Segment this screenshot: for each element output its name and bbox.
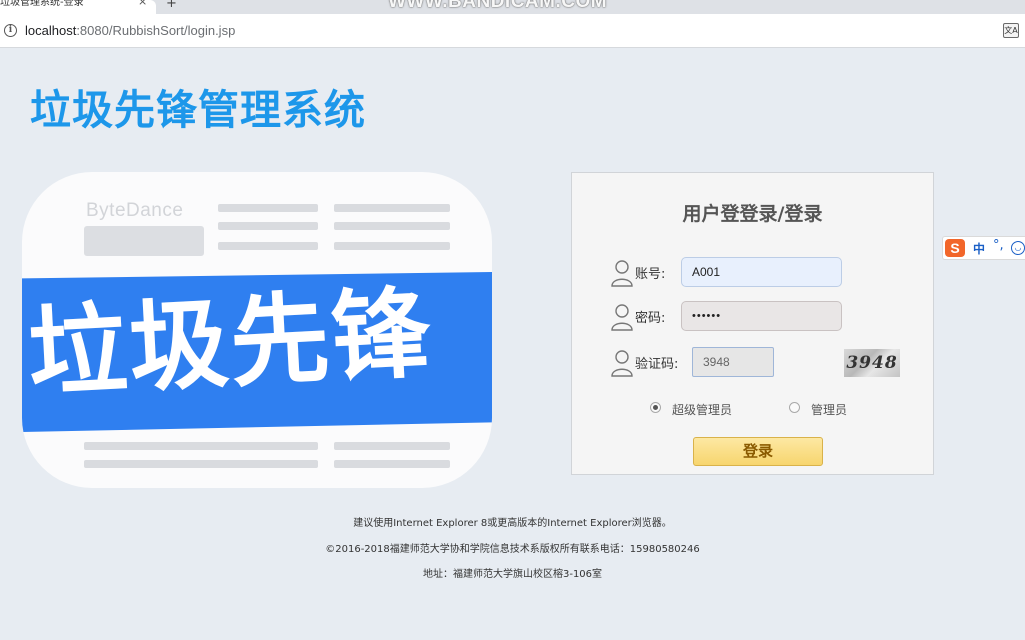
radio-super-admin[interactable] xyxy=(650,402,661,413)
address-bar[interactable]: i localhost:8080/RubbishSort/login.jsp 文… xyxy=(0,14,1025,48)
url-path: :8080/RubbishSort/login.jsp xyxy=(76,23,236,38)
password-input[interactable]: •••••• xyxy=(681,301,842,331)
tab-close-icon[interactable]: × xyxy=(138,0,147,7)
browser-tab-strip: 垃圾管理系统-登录 × + WWW.BANDICAM.COM xyxy=(0,0,1025,14)
url-text[interactable]: localhost:8080/RubbishSort/login.jsp xyxy=(25,23,235,38)
login-title: 用户登登录/登录 xyxy=(682,203,823,225)
translate-icon[interactable]: 文A xyxy=(1003,23,1019,38)
ime-mode-toggle[interactable]: 中 xyxy=(973,240,985,257)
browser-tab[interactable]: 垃圾管理系统-登录 × xyxy=(0,0,156,14)
logo-placeholder-line xyxy=(334,460,450,468)
brand-logo-image: ByteDance 垃圾先锋 xyxy=(22,172,492,488)
tab-title: 垃圾管理系统-登录 xyxy=(0,0,84,8)
logo-placeholder-line xyxy=(334,442,450,450)
logo-placeholder-line xyxy=(218,222,318,230)
user-icon xyxy=(611,350,633,377)
user-icon xyxy=(611,304,633,331)
account-label: 账号: xyxy=(635,267,666,282)
ime-punctuation-toggle[interactable]: °, xyxy=(993,238,1004,253)
login-button[interactable]: 登录 xyxy=(693,437,823,466)
login-panel: 用户登登录/登录 账号: A001 密码: •••••• 验证码: 3948 3… xyxy=(571,172,934,475)
captcha-row: 验证码: 3948 3948 xyxy=(572,345,933,379)
captcha-label: 验证码: xyxy=(635,357,679,372)
radio-admin[interactable] xyxy=(789,402,800,413)
logo-placeholder-box xyxy=(84,226,204,256)
logo-banner-text: 垃圾先锋 xyxy=(25,275,435,412)
new-tab-icon[interactable]: + xyxy=(166,0,177,11)
logo-placeholder-line xyxy=(334,242,450,250)
logo-placeholder-line xyxy=(84,442,318,450)
logo-placeholder-line xyxy=(334,204,450,212)
recorder-watermark: WWW.BANDICAM.COM xyxy=(388,0,608,12)
system-title: 垃圾先锋管理系统 xyxy=(30,86,366,134)
ime-logo-icon[interactable]: S xyxy=(945,239,965,257)
radio-label-super-admin: 超级管理员 xyxy=(672,403,733,417)
captcha-image[interactable]: 3948 xyxy=(844,349,900,377)
logo-placeholder-line xyxy=(334,222,450,230)
site-info-icon[interactable]: i xyxy=(4,24,17,37)
footer-copyright: ©2016-2018福建师范大学协和学院信息技术系版权所有联系电话：159805… xyxy=(325,544,700,555)
account-row: 账号: A001 xyxy=(572,255,933,289)
account-input[interactable]: A001 xyxy=(681,257,842,287)
ime-emoji-icon[interactable]: ◡ xyxy=(1011,241,1025,255)
ime-toolbar[interactable]: S 中 °, ◡ xyxy=(942,236,1025,260)
password-label: 密码: xyxy=(635,311,666,326)
logo-placeholder-line xyxy=(84,460,318,468)
logo-placeholder-line xyxy=(218,204,318,212)
user-icon xyxy=(611,260,633,287)
captcha-input[interactable]: 3948 xyxy=(692,347,774,377)
logo-placeholder-line xyxy=(218,242,318,250)
logo-brand-word: ByteDance xyxy=(86,200,184,221)
password-row: 密码: •••••• xyxy=(572,299,933,333)
footer-address: 地址：福建师范大学旗山校区榕3-106室 xyxy=(422,569,603,580)
radio-label-admin: 管理员 xyxy=(811,403,848,417)
role-selector: 超级管理员 管理员 xyxy=(572,398,933,418)
url-host: localhost xyxy=(25,23,77,38)
footer-browser-note: 建议使用Internet Explorer 8或更高版本的Internet Ex… xyxy=(353,518,672,529)
page-content: 垃圾先锋管理系统 ByteDance 垃圾先锋 用户登登录/登录 账号: A00… xyxy=(0,48,1025,640)
